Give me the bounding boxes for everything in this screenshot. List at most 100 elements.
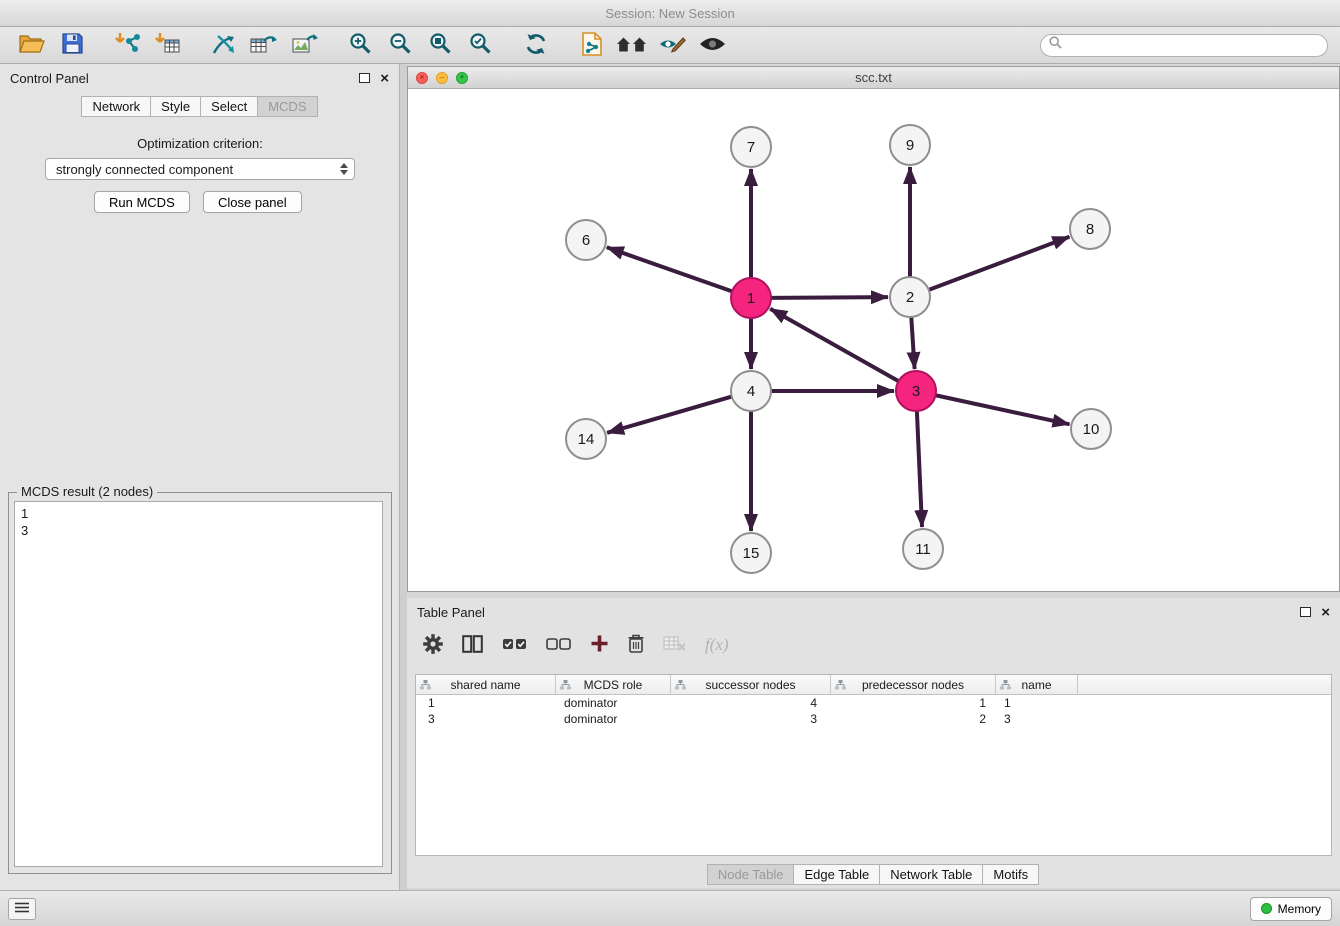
import-network-button[interactable]	[108, 29, 148, 61]
svg-text:1: 1	[747, 290, 755, 307]
window-titlebar: Session: New Session	[0, 0, 1340, 27]
column-header-shared-name[interactable]: shared name	[416, 675, 556, 694]
tab-edge-table[interactable]: Edge Table	[793, 864, 880, 885]
save-session-button[interactable]	[52, 29, 92, 61]
edge-3-10[interactable]	[936, 395, 1070, 424]
network-from-table-button[interactable]	[244, 29, 284, 61]
first-neighbors-button[interactable]	[612, 29, 652, 61]
table-row[interactable]: 3dominator323	[416, 711, 1331, 727]
table-row[interactable]: 1dominator411	[416, 695, 1331, 711]
table-cell[interactable]: 3	[416, 712, 556, 726]
edge-3-11[interactable]	[917, 411, 922, 527]
search-box[interactable]	[1040, 34, 1328, 57]
tab-network[interactable]: Network	[81, 96, 151, 117]
refresh-view-button[interactable]	[516, 29, 556, 61]
edge-2-3[interactable]	[911, 317, 914, 369]
edge-4-14[interactable]	[607, 397, 732, 433]
close-table-panel-icon[interactable]: ×	[1321, 605, 1330, 620]
edge-2-8[interactable]	[929, 237, 1070, 290]
tab-style[interactable]: Style	[150, 96, 201, 117]
svg-text:10: 10	[1083, 421, 1100, 438]
show-columns-button[interactable]	[460, 630, 485, 660]
tab-motifs[interactable]: Motifs	[982, 864, 1039, 885]
edge-3-1[interactable]	[770, 309, 898, 381]
column-sort-icon	[835, 679, 846, 693]
window-title: Session: New Session	[605, 6, 734, 21]
zoom-out-button[interactable]	[380, 29, 420, 61]
node-8[interactable]: 8	[1070, 209, 1110, 249]
float-table-panel-icon[interactable]	[1300, 607, 1311, 617]
table-cell[interactable]: 1	[416, 696, 556, 710]
create-column-button[interactable]	[588, 630, 611, 660]
node-4[interactable]: 4	[731, 371, 771, 411]
float-panel-icon[interactable]	[359, 73, 370, 83]
node-7[interactable]: 7	[731, 127, 771, 167]
edge-1-2[interactable]	[771, 297, 888, 298]
mcds-result-text[interactable]: 1 3	[14, 501, 383, 867]
node-11[interactable]: 11	[903, 529, 943, 569]
table-cell[interactable]: 2	[831, 712, 996, 726]
memory-status-button[interactable]: Memory	[1250, 897, 1332, 921]
zoom-selected-button[interactable]	[460, 29, 500, 61]
select-all-button[interactable]	[500, 630, 529, 660]
table-cell[interactable]: dominator	[556, 712, 671, 726]
search-input[interactable]	[1067, 37, 1319, 53]
control-panel-title: Control Panel	[10, 71, 89, 86]
import-table-button[interactable]	[148, 29, 188, 61]
zoom-selected-icon	[469, 32, 492, 58]
node-15[interactable]: 15	[731, 533, 771, 573]
node-10[interactable]: 10	[1071, 409, 1111, 449]
node-1[interactable]: 1	[731, 278, 771, 318]
zoom-in-button[interactable]	[340, 29, 380, 61]
network-arrows-icon	[211, 32, 237, 59]
table-cell[interactable]: 1	[831, 696, 996, 710]
edge-1-6[interactable]	[607, 247, 732, 291]
close-panel-icon[interactable]: ×	[380, 71, 389, 86]
checked-boxes-icon	[502, 637, 527, 654]
svg-text:2: 2	[906, 289, 914, 306]
table-settings-button[interactable]	[421, 630, 445, 660]
network-from-table-icon	[250, 32, 278, 59]
node-6[interactable]: 6	[566, 220, 606, 260]
node-9[interactable]: 9	[890, 125, 930, 165]
tab-node-table[interactable]: Node Table	[707, 864, 795, 885]
panel-splitter[interactable]	[400, 64, 407, 890]
node-2[interactable]: 2	[890, 277, 930, 317]
column-header-predecessor-nodes[interactable]: predecessor nodes	[831, 675, 996, 694]
column-header-MCDS-role[interactable]: MCDS role	[556, 675, 671, 694]
table-cell[interactable]: 1	[996, 696, 1078, 710]
export-image-button[interactable]	[284, 29, 324, 61]
table-cell[interactable]: 3	[996, 712, 1078, 726]
tab-select[interactable]: Select	[200, 96, 258, 117]
zoom-fit-button[interactable]	[420, 29, 460, 61]
show-hide-graphics-button[interactable]	[692, 29, 732, 61]
table-cell[interactable]: 3	[671, 712, 831, 726]
svg-text:8: 8	[1086, 221, 1094, 238]
node-3[interactable]: 3	[896, 371, 936, 411]
delete-column-button[interactable]	[626, 630, 646, 660]
open-session-button[interactable]	[12, 29, 52, 61]
close-panel-button[interactable]: Close panel	[203, 191, 302, 213]
table-body: 1dominator4113dominator323	[416, 695, 1331, 727]
apply-style-button[interactable]	[652, 29, 692, 61]
network-canvas[interactable]: 7 9 6 8 1 2 4 3 14 10 15 11	[408, 89, 1339, 592]
table-cell[interactable]: 4	[671, 696, 831, 710]
new-network-button[interactable]	[204, 29, 244, 61]
tab-network-table[interactable]: Network Table	[879, 864, 983, 885]
status-list-button[interactable]	[8, 898, 36, 920]
table-panel-tabs: Node TableEdge TableNetwork TableMotifs	[407, 864, 1340, 885]
tab-mcds[interactable]: MCDS	[257, 96, 317, 117]
optimization-criterion-select[interactable]: strongly connected component	[45, 158, 355, 180]
table-panel-header: Table Panel ×	[407, 598, 1340, 626]
column-header-filler	[1078, 675, 1331, 694]
import-table-icon	[155, 32, 181, 59]
fx-icon: f(x)	[705, 635, 729, 655]
list-icon	[15, 901, 29, 916]
deselect-all-button[interactable]	[544, 630, 573, 660]
column-header-name[interactable]: name	[996, 675, 1078, 694]
run-mcds-button[interactable]: Run MCDS	[94, 191, 190, 213]
clone-network-button[interactable]	[572, 29, 612, 61]
column-header-successor-nodes[interactable]: successor nodes	[671, 675, 831, 694]
node-14[interactable]: 14	[566, 419, 606, 459]
table-cell[interactable]: dominator	[556, 696, 671, 710]
